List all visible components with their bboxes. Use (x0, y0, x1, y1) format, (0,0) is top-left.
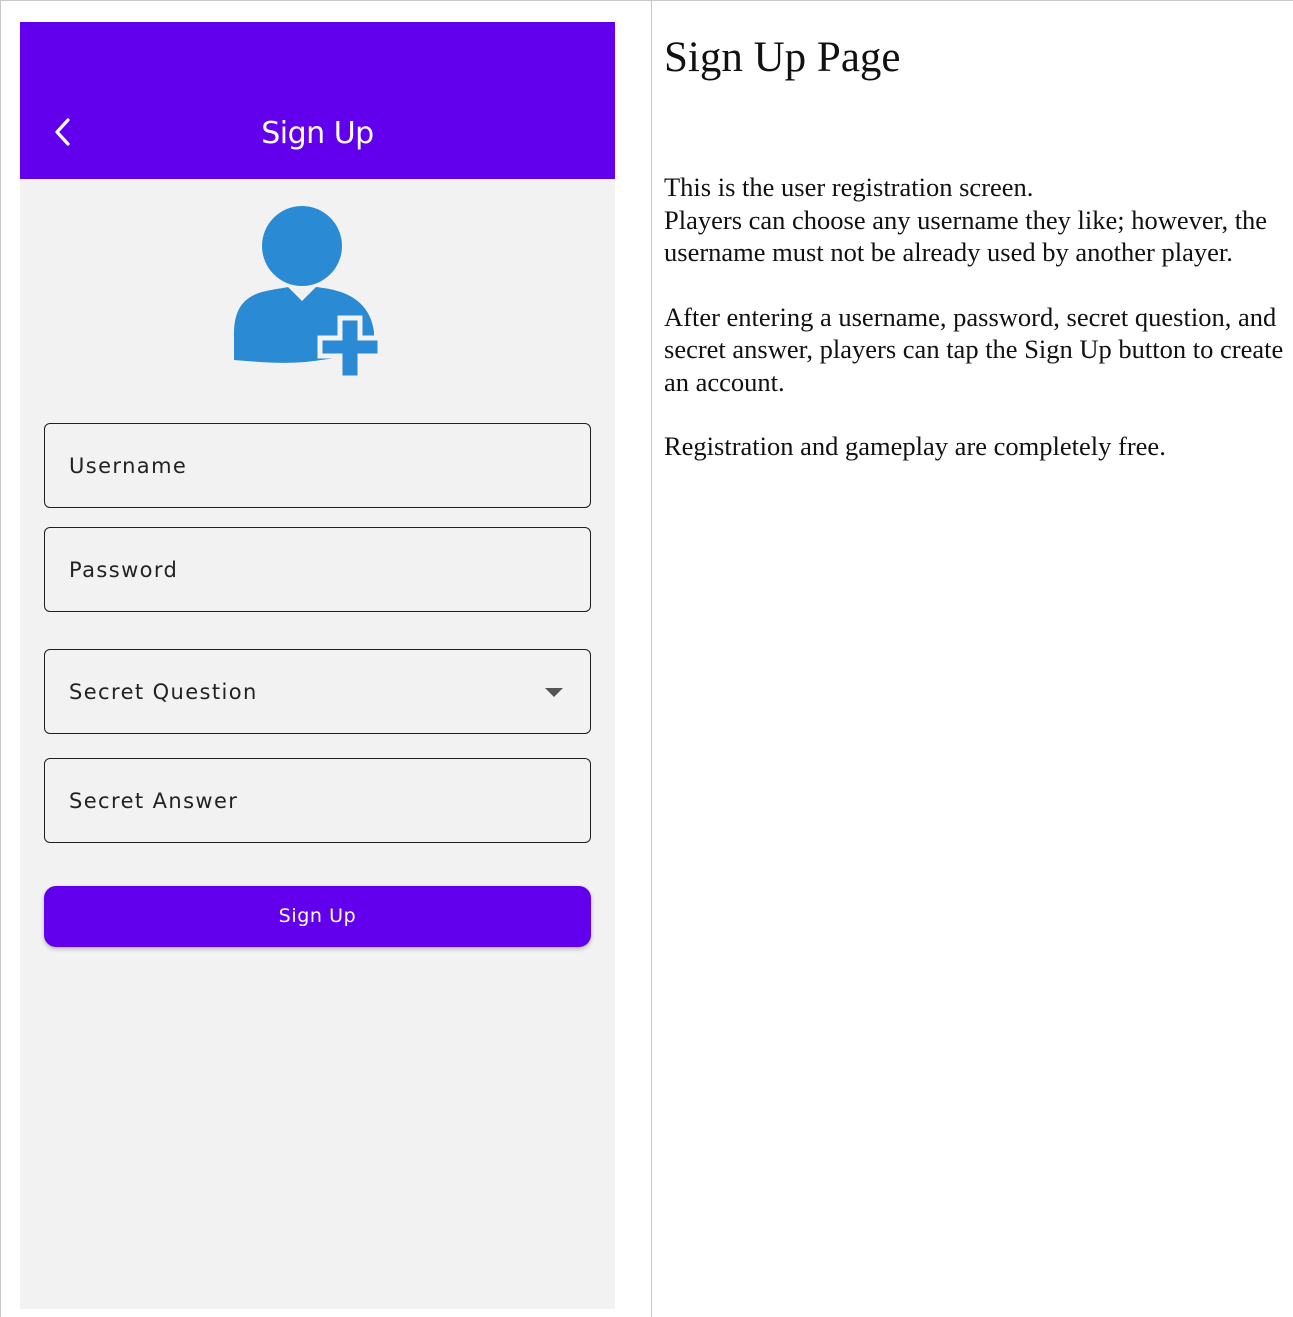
caret-down-icon (545, 688, 563, 697)
secret-answer-label: Secret Answer (69, 788, 239, 813)
password-label: Password (69, 557, 179, 582)
app-bar: Sign Up (20, 22, 615, 179)
page-title: Sign Up Page (664, 34, 901, 81)
secret-question-dropdown[interactable]: Secret Question (44, 649, 591, 734)
phone-screen: Sign Up Username Password Secret Questio… (20, 22, 615, 1309)
username-label: Username (69, 453, 188, 478)
page-frame: Sign Up Username Password Secret Questio… (0, 0, 1293, 1317)
description-paragraph: Registration and gameplay are completely… (664, 431, 1166, 461)
secret-answer-field[interactable]: Secret Answer (44, 758, 591, 843)
description-body: This is the user registration screen. Pl… (664, 171, 1284, 463)
add-user-icon (234, 206, 383, 381)
frame-border (0, 1, 1, 1317)
app-bar-title: Sign Up (261, 116, 374, 151)
description-paragraph: After entering a username, password, sec… (664, 301, 1284, 397)
username-field[interactable]: Username (44, 423, 591, 508)
password-field[interactable]: Password (44, 527, 591, 612)
secret-question-label: Secret Question (69, 679, 258, 704)
sign-up-button[interactable]: Sign Up (44, 886, 591, 947)
description-paragraph: This is the user registration screen. Pl… (664, 172, 1268, 267)
description-panel: Sign Up Page This is the user registrati… (664, 31, 1284, 495)
column-divider (651, 1, 652, 1317)
